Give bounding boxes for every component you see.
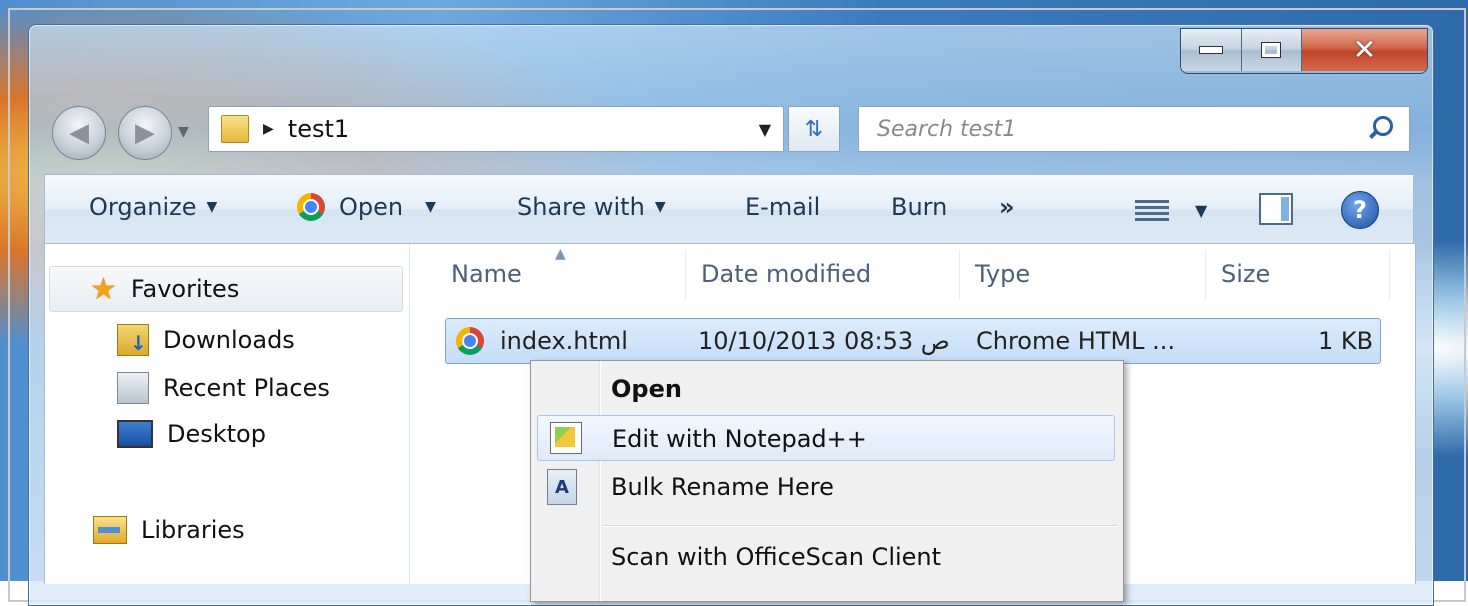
maximize-button[interactable] xyxy=(1241,29,1303,71)
file-name: index.html xyxy=(500,327,628,355)
open-button[interactable]: Open ▼ xyxy=(297,193,436,221)
menu-item-label: Open xyxy=(611,375,682,403)
column-header-type[interactable]: Type xyxy=(975,260,1030,288)
menu-item-label: Edit with Notepad++ xyxy=(612,425,867,453)
organize-button[interactable]: Organize ▼ xyxy=(89,193,217,221)
window-caption-buttons: ✕ xyxy=(1180,28,1428,74)
star-icon: ★ xyxy=(90,271,117,307)
desktop-icon xyxy=(117,420,153,448)
minimize-button[interactable] xyxy=(1181,29,1242,71)
menu-item-bulk-rename[interactable]: A Bulk Rename Here xyxy=(531,463,1123,509)
column-divider[interactable] xyxy=(1389,250,1390,300)
preview-pane-icon[interactable] xyxy=(1259,193,1293,225)
more-commands-button[interactable]: » xyxy=(999,193,1015,221)
help-icon[interactable]: ? xyxy=(1341,191,1379,229)
chevron-down-icon: ▼ xyxy=(206,199,218,215)
menu-item-scan-officescan[interactable]: Scan with OfficeScan Client xyxy=(531,533,1123,579)
menu-item-label: Scan with OfficeScan Client xyxy=(611,543,942,571)
chevron-down-icon[interactable]: ▼ xyxy=(425,199,436,215)
chrome-icon xyxy=(297,193,325,221)
command-bar: Organize ▼ Open ▼ Share with ▼ E-mail Bu… xyxy=(44,174,1414,244)
file-type: Chrome HTML ... xyxy=(976,327,1176,355)
breadcrumb-chevron-icon[interactable]: ▶ xyxy=(263,121,274,137)
view-options-dropdown[interactable]: ▼ xyxy=(1195,201,1207,220)
email-button[interactable]: E-mail xyxy=(745,193,820,221)
column-divider[interactable] xyxy=(1205,250,1206,300)
refresh-button[interactable]: ⇅ xyxy=(788,106,840,152)
nav-favorites[interactable]: ★ Favorites xyxy=(49,266,403,312)
nav-item-downloads[interactable]: Downloads xyxy=(117,324,295,356)
nav-item-label: Downloads xyxy=(163,326,295,354)
nav-item-label: Recent Places xyxy=(163,374,330,402)
chevron-down-icon: ▼ xyxy=(654,199,666,215)
back-arrow-icon: ◀ xyxy=(69,118,89,148)
column-header-date-modified[interactable]: Date modified xyxy=(701,260,871,288)
close-button[interactable]: ✕ xyxy=(1302,29,1427,71)
search-box[interactable] xyxy=(858,106,1410,152)
menu-item-label: Bulk Rename Here xyxy=(611,473,834,501)
notepad-plus-plus-icon xyxy=(550,422,582,454)
email-label: E-mail xyxy=(745,193,821,221)
open-label: Open xyxy=(339,193,404,221)
column-divider[interactable] xyxy=(685,250,686,300)
more-chevrons-icon: » xyxy=(999,193,1015,221)
libraries-label: Libraries xyxy=(141,516,245,544)
column-divider[interactable] xyxy=(959,250,960,300)
share-with-button[interactable]: Share with ▼ xyxy=(517,193,666,221)
downloads-folder-icon xyxy=(117,324,149,356)
sort-ascending-icon: ▲ xyxy=(555,246,566,262)
recent-places-icon xyxy=(117,372,149,404)
libraries-icon xyxy=(93,516,127,544)
nav-libraries[interactable]: Libraries xyxy=(93,516,245,544)
minimize-icon xyxy=(1198,46,1223,54)
file-size: 1 KB xyxy=(1318,327,1374,355)
burn-button[interactable]: Burn xyxy=(891,193,947,221)
address-bar[interactable]: ▶ test1 ▼ xyxy=(208,106,784,152)
search-input[interactable] xyxy=(859,115,1365,143)
column-header-name[interactable]: Name xyxy=(451,260,522,288)
menu-item-edit-with-notepad[interactable]: Edit with Notepad++ xyxy=(537,415,1115,461)
nav-item-desktop[interactable]: Desktop xyxy=(117,420,266,448)
file-date-modified: 10/10/2013 08:53 ص xyxy=(698,327,950,355)
refresh-icon: ⇅ xyxy=(804,116,824,142)
nav-item-recent-places[interactable]: Recent Places xyxy=(117,372,330,404)
folder-icon xyxy=(221,115,249,143)
column-header-size[interactable]: Size xyxy=(1221,260,1270,288)
back-button[interactable]: ◀ xyxy=(52,106,106,160)
forward-button[interactable]: ▶ xyxy=(118,106,172,160)
chrome-html-icon xyxy=(456,327,484,355)
recent-pages-dropdown[interactable]: ▼ xyxy=(178,124,189,140)
favorites-label: Favorites xyxy=(130,275,240,303)
menu-separator xyxy=(603,525,1117,527)
context-menu: Open Edit with Notepad++ A Bulk Rename H… xyxy=(530,360,1124,602)
nav-item-label: Desktop xyxy=(167,420,266,448)
maximize-icon xyxy=(1261,42,1282,58)
burn-label: Burn xyxy=(891,193,948,221)
bulk-rename-icon: A xyxy=(547,469,577,505)
forward-arrow-icon: ▶ xyxy=(135,118,155,148)
address-dropdown-icon[interactable]: ▼ xyxy=(759,120,771,139)
breadcrumb-test1[interactable]: test1 xyxy=(288,115,349,143)
change-view-icon[interactable] xyxy=(1135,197,1169,225)
search-icon[interactable] xyxy=(1365,114,1395,144)
menu-item-open[interactable]: Open xyxy=(531,365,1123,411)
organize-label: Organize xyxy=(89,193,197,221)
navigation-pane: ★ Favorites Downloads Recent Places Desk… xyxy=(45,244,410,584)
share-with-label: Share with xyxy=(517,193,645,221)
close-icon: ✕ xyxy=(1352,33,1377,66)
file-row-index-html[interactable]: index.html 10/10/2013 08:53 ص Chrome HTM… xyxy=(445,318,1381,364)
